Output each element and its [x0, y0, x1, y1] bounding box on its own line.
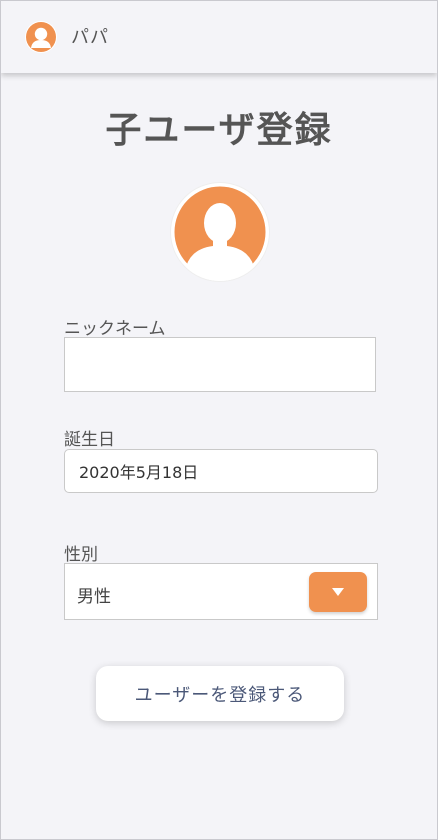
header-bar: パパ: [1, 1, 437, 73]
gender-dropdown-button[interactable]: [309, 572, 367, 612]
nickname-label: ニックネーム: [64, 319, 166, 339]
nickname-input[interactable]: [65, 338, 375, 391]
triangle-down-icon: [332, 588, 344, 596]
gender-selected-value: 男性: [77, 587, 111, 607]
user-silhouette-icon[interactable]: [171, 183, 269, 281]
birthday-field[interactable]: [64, 449, 378, 493]
birthday-label: 誕生日: [64, 430, 115, 450]
header-user-name: パパ: [71, 27, 109, 48]
gender-label: 性別: [64, 545, 98, 565]
page-title: 子ユーザ登録: [105, 110, 333, 151]
app-frame: パパ 子ユーザ登録 ニックネーム 誕生日 性別 男性 ユーザーを登録する: [0, 0, 438, 840]
user-avatar-icon[interactable]: [25, 21, 57, 53]
gender-select[interactable]: 男性: [64, 563, 378, 620]
register-user-button[interactable]: ユーザーを登録する: [96, 666, 344, 721]
nickname-field[interactable]: [64, 337, 376, 392]
birthday-input[interactable]: [65, 450, 377, 492]
